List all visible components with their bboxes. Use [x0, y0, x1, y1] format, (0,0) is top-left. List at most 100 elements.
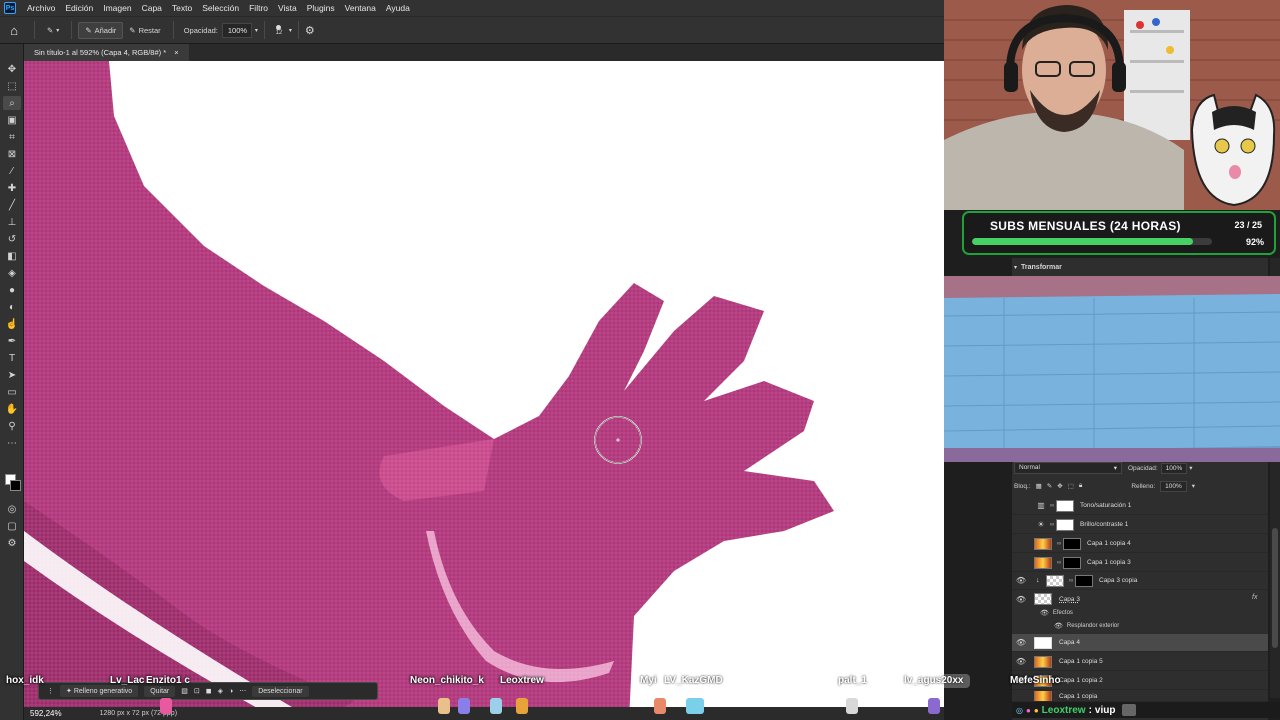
lock-transparency-icon[interactable]: ▦ [1036, 482, 1042, 490]
lock-all-icon[interactable]: 🔒︎ [1079, 482, 1082, 490]
type-tool-icon[interactable]: T [3, 351, 21, 365]
smudge-tool-icon[interactable]: ☝ [3, 317, 21, 331]
layer-mask-thumbnail[interactable] [1056, 518, 1074, 531]
layer-thumbnail[interactable] [1034, 655, 1052, 668]
move-tool-icon[interactable]: ✥ [3, 62, 21, 76]
transform-section-header[interactable]: ▾ Transformar [1014, 260, 1062, 274]
layer-thumbnail[interactable] [1034, 593, 1052, 605]
layer-thumbnail[interactable] [1034, 691, 1052, 701]
layer-row[interactable]: ☀ ∞ Brillo/contraste 1 [1012, 516, 1268, 534]
invert-icon[interactable]: ◑ [229, 688, 233, 695]
subtract-from-selection-button[interactable]: ✎ Restar [123, 23, 166, 38]
layer-opacity-input[interactable]: 100% [1160, 462, 1188, 474]
brush-size-picker[interactable]: 12 [271, 24, 287, 36]
eye-icon[interactable]: 👁︎ [1012, 638, 1030, 647]
pen-tool-icon[interactable]: ✒ [3, 334, 21, 348]
more-icon[interactable]: ⋯ [239, 687, 246, 695]
layer-thumbnail[interactable] [1046, 574, 1064, 587]
screen-mode-icon[interactable]: ▢ [3, 519, 21, 533]
modify-selection-icon[interactable]: ▧ [181, 687, 188, 695]
layer-row[interactable]: 👁︎ Capa 1 copia 5 [1012, 653, 1268, 671]
menu-imagen[interactable]: Imagen [98, 0, 136, 16]
chevron-down-icon[interactable]: ▾ [289, 27, 292, 34]
marquee-tool-icon[interactable]: ⬚ [3, 79, 21, 93]
brush-tool-icon[interactable]: ╱ [3, 198, 21, 212]
fill-input[interactable]: 100% [1160, 480, 1187, 492]
menu-ventana[interactable]: Ventana [340, 0, 381, 16]
layer-row[interactable]: ∞ Capa 1 copia 4 [1012, 535, 1268, 553]
lock-artboard-icon[interactable]: ⬚ [1068, 482, 1074, 490]
fill-icon[interactable]: ◈ [218, 687, 223, 695]
layer-row[interactable]: ∞ Capa 1 copia 3 [1012, 554, 1268, 572]
layer-row-selected[interactable]: 👁︎ Capa 4 [1012, 634, 1268, 652]
menu-capa[interactable]: Capa [137, 0, 167, 16]
menu-edicion[interactable]: Edición [60, 0, 98, 16]
layer-row[interactable]: ▥ ∞ Tono/saturación 1 [1012, 497, 1268, 515]
menu-plugins[interactable]: Plugins [302, 0, 340, 16]
drag-handle-icon[interactable]: ⋮ [47, 687, 54, 695]
frame-tool-icon[interactable]: ⊠ [3, 147, 21, 161]
chevron-down-icon[interactable]: ▾ [1192, 482, 1195, 490]
quick-mask-icon[interactable]: ◎ [3, 502, 21, 516]
home-icon[interactable]: ⌂ [0, 19, 28, 41]
eye-icon[interactable]: 👁︎ [1054, 622, 1063, 630]
transform-icon[interactable]: ⊡ [194, 687, 200, 695]
layer-thumbnail[interactable] [1034, 537, 1052, 550]
menu-vista[interactable]: Vista [273, 0, 302, 16]
close-icon[interactable]: × [174, 48, 178, 57]
fx-icon[interactable]: fx [1252, 594, 1257, 601]
dodge-tool-icon[interactable]: ◐ [3, 300, 21, 314]
layer-row[interactable]: 👁︎ Capa 3 [1012, 590, 1268, 608]
eye-icon[interactable]: 👁︎ [1012, 576, 1030, 585]
blur-tool-icon[interactable]: ● [3, 283, 21, 297]
layer-thumbnail[interactable] [1034, 636, 1052, 649]
healing-brush-tool-icon[interactable]: ✚ [3, 181, 21, 195]
history-brush-tool-icon[interactable]: ↺ [3, 232, 21, 246]
layer-mask-thumbnail[interactable] [1056, 499, 1074, 512]
path-selection-tool-icon[interactable]: ➤ [3, 368, 21, 382]
scrollbar-thumb[interactable] [1272, 528, 1278, 648]
lock-image-icon[interactable]: ✎ [1047, 482, 1052, 490]
edit-toolbar-icon[interactable]: ⚙ [3, 536, 21, 550]
chevron-down-icon[interactable]: ▾ [1189, 464, 1192, 472]
add-to-selection-button[interactable]: ✎ Añadir [78, 21, 124, 39]
layer-row[interactable]: 👁︎ ↓ ∞ Capa 3 copia [1012, 572, 1268, 590]
stamp-tool-icon[interactable]: ⊥ [3, 215, 21, 229]
deselect-button[interactable]: Deseleccionar [252, 685, 309, 697]
layer-mask-thumbnail[interactable] [1075, 574, 1093, 587]
layer-thumbnail[interactable] [1034, 556, 1052, 569]
menu-filtro[interactable]: Filtro [244, 0, 273, 16]
eye-icon[interactable]: 👁︎ [1040, 609, 1049, 617]
object-selection-tool-icon[interactable]: ▣ [3, 113, 21, 127]
eye-icon[interactable]: 👁︎ [1012, 657, 1030, 666]
layer-mask-thumbnail[interactable] [1063, 537, 1081, 550]
rectangle-tool-icon[interactable]: ▭ [3, 385, 21, 399]
zoom-tool-icon[interactable]: ⚲ [3, 419, 21, 433]
eraser-tool-icon[interactable]: ◧ [3, 249, 21, 263]
menu-seleccion[interactable]: Selección [197, 0, 244, 16]
gear-icon[interactable]: ⚙ [305, 24, 315, 37]
layer-mask-thumbnail[interactable] [1063, 556, 1081, 569]
hand-tool-icon[interactable]: ✋ [3, 402, 21, 416]
mask-icon[interactable]: ◼ [206, 687, 212, 695]
eyedropper-tool-icon[interactable]: ⁄ [3, 164, 21, 178]
crop-tool-icon[interactable]: ⌗ [3, 130, 21, 144]
layer-row[interactable]: Capa 1 copia [1012, 691, 1268, 702]
background-color-swatch[interactable] [10, 480, 21, 491]
lock-position-icon[interactable]: ✥ [1057, 482, 1062, 490]
canvas[interactable] [24, 61, 944, 720]
zoom-level[interactable]: 592,24% [30, 709, 62, 718]
eye-icon[interactable]: 👁︎ [1012, 595, 1030, 604]
blend-mode-select[interactable]: Normal ▾ [1014, 462, 1122, 474]
chevron-down-icon[interactable]: ▾ [255, 27, 258, 34]
quick-selection-tool-icon[interactable]: ⌕ [3, 96, 21, 110]
more-tools-icon[interactable]: ⋯ [3, 436, 21, 450]
document-tab[interactable]: Sin título-1 al 592% (Capa 4, RGB/8#) * … [24, 44, 189, 61]
menu-ayuda[interactable]: Ayuda [381, 0, 415, 16]
menu-texto[interactable]: Texto [167, 0, 197, 16]
paint-bucket-tool-icon[interactable]: ◈ [3, 266, 21, 280]
opacity-input[interactable]: 100% [221, 22, 252, 38]
quick-selection-tool-preset[interactable]: ✎ ▾ [41, 23, 65, 38]
photoshop-logo-icon[interactable]: Ps [4, 2, 16, 14]
menu-archivo[interactable]: Archivo [22, 0, 60, 16]
